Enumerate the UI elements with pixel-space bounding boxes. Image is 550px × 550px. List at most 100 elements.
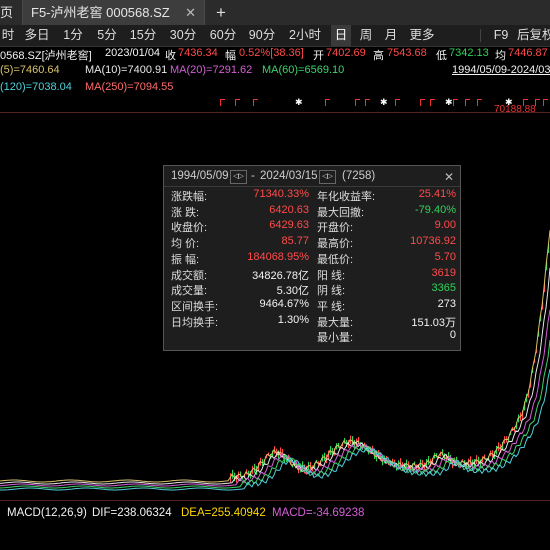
range-start-stepper[interactable]: ◁▷: [230, 170, 247, 184]
event-marker-icon[interactable]: [395, 99, 400, 106]
period-multi-day[interactable]: 多日: [20, 25, 54, 46]
stats-right-value: 25.41%: [418, 188, 456, 200]
interval-stats-panel: 1994/05/09 ◁▷ - 2024/03/15 ◁▷ (7258) ✕ 涨…: [163, 165, 461, 351]
stats-right-value: -79.40%: [415, 203, 456, 216]
toolbar-divider: [480, 29, 481, 42]
stats-right-row: 最高价: 10736.92: [164, 235, 462, 250]
stats-range-end: 2024/03/15: [260, 170, 318, 182]
stats-right-label: 最小量:: [317, 332, 354, 345]
stock-code: 0568.SZ[泸州老窖]: [0, 50, 92, 62]
stats-right-label: 阴 线:: [317, 285, 346, 298]
tab-previous[interactable]: 页: [0, 0, 20, 25]
ma-row-1: (5)=7460.64 MA(10)=7400.91 MA(20)=7291.6…: [0, 64, 550, 80]
event-marker-icon[interactable]: [465, 99, 470, 106]
stats-right-row: 阴 线: 3365: [164, 282, 462, 297]
macd-value: MACD=-34.69238: [272, 507, 365, 519]
tab-stock-chart-label: F5-泸州老窖 000568.SZ: [31, 5, 170, 20]
period-toolbar: 时 多日 1分 5分 15分 30分 60分 90分 2小时 日 周 月 更多 …: [0, 25, 550, 47]
macd-dif: DIF=238.06324: [92, 507, 172, 519]
stats-right-value: 5.70: [434, 250, 456, 263]
stats-right-label: 年化收益率:: [317, 191, 376, 203]
quote-info-row: 0568.SZ[泸州老窖] 2023/01/04 收 7436.34 幅 0.5…: [0, 46, 550, 62]
event-marker-icon[interactable]: [253, 99, 258, 106]
stats-right-label: 最高价:: [317, 238, 354, 251]
f9-button[interactable]: F9: [491, 25, 511, 46]
stats-right-value: 151.03万: [411, 316, 456, 329]
stats-header: 1994/05/09 ◁▷ - 2024/03/15 ◁▷ (7258) ✕: [164, 166, 460, 187]
low-value: 7342.13: [449, 47, 489, 59]
macd-name[interactable]: MACD(12,26,9): [7, 507, 87, 519]
close-icon[interactable]: ✕: [444, 170, 454, 184]
period-5min[interactable]: 5分: [92, 25, 122, 46]
stats-right-row: 阳 线: 3619: [164, 267, 462, 282]
event-marker-icon[interactable]: ✱: [445, 97, 453, 108]
quote-date: 2023/01/04: [105, 47, 161, 59]
ma-row-2: (120)=7038.04 MA(250)=7094.55: [0, 81, 550, 97]
close-label: 收: [165, 50, 176, 62]
stats-right-value: 3619: [431, 266, 456, 279]
range-end-stepper[interactable]: ◁▷: [319, 170, 336, 184]
stats-right-value: 0: [449, 329, 456, 342]
stats-right-value: 273: [437, 297, 456, 310]
period-intraday[interactable]: 时: [0, 25, 16, 46]
period-30min[interactable]: 30分: [165, 25, 201, 46]
stats-range-sep: -: [251, 170, 255, 182]
high-label: 高: [373, 50, 384, 62]
stats-right-label: 最大回撤:: [317, 206, 365, 219]
date-range-link[interactable]: 1994/05/09-2024/03: [452, 64, 550, 76]
event-marker-icon[interactable]: [477, 99, 482, 106]
adjust-after-button[interactable]: 后复权: [517, 25, 550, 46]
close-icon[interactable]: ✕: [185, 0, 196, 25]
event-marker-icon[interactable]: [420, 99, 425, 106]
event-marker-icon[interactable]: [235, 99, 240, 106]
open-value: 7402.69: [326, 47, 366, 59]
event-marker-icon[interactable]: [430, 99, 435, 106]
macd-indicator-bar: MACD(12,26,9) DIF=238.06324 DEA=255.4094…: [0, 500, 550, 523]
event-marker-icon[interactable]: [220, 99, 225, 106]
change-value: 0.52%[38.36]: [239, 47, 304, 59]
event-marker-icon[interactable]: [325, 99, 330, 106]
ma250-value: MA(250)=7094.55: [85, 81, 174, 93]
avg-value: 7446.87: [508, 47, 548, 59]
stats-right-row: 年化收益率: 25.41%: [164, 188, 462, 203]
event-marker-icon[interactable]: [453, 99, 458, 106]
ma120-value: (120)=7038.04: [0, 81, 72, 93]
event-marker-icon[interactable]: [365, 99, 370, 106]
period-month[interactable]: 月: [380, 25, 402, 46]
avg-label: 均: [495, 50, 506, 62]
period-15min[interactable]: 15分: [125, 25, 161, 46]
tab-bar: 页 F5-泸州老窖 000568.SZ ✕ +: [0, 0, 550, 26]
tab-stock-chart[interactable]: F5-泸州老窖 000568.SZ ✕: [22, 0, 205, 25]
stats-right-value: 3365: [431, 282, 456, 295]
stats-right-row: 平 线: 273: [164, 298, 462, 313]
ma5-value: (5)=7460.64: [0, 64, 60, 76]
stats-right-value: 9.00: [434, 219, 456, 232]
add-tab-icon[interactable]: +: [216, 0, 226, 25]
event-marker-icon[interactable]: ✱: [295, 97, 303, 108]
event-marker-icon[interactable]: [355, 99, 360, 106]
period-1min[interactable]: 1分: [58, 25, 88, 46]
period-90min[interactable]: 90分: [244, 25, 280, 46]
low-label: 低: [436, 50, 447, 62]
high-value: 7543.68: [387, 47, 427, 59]
period-more[interactable]: 更多: [406, 25, 438, 46]
period-2hour[interactable]: 2小时: [284, 25, 326, 46]
stats-right-label: 平 线:: [317, 300, 346, 313]
stats-right-row: 最大量: 151.03万: [164, 314, 462, 329]
stats-right-label: 最低价:: [317, 253, 354, 266]
ma10-value: MA(10)=7400.91: [85, 64, 168, 76]
event-marker-icon[interactable]: [543, 99, 548, 106]
period-week[interactable]: 周: [356, 25, 376, 46]
period-day[interactable]: 日: [331, 25, 351, 46]
change-label: 幅: [225, 50, 236, 62]
ma20-value: MA(20)=7291.62: [170, 64, 253, 76]
moving-average-line: [0, 339, 550, 489]
open-label: 开: [313, 50, 324, 62]
stats-right-label: 最大量:: [317, 316, 354, 329]
macd-dea: DEA=255.40942: [181, 507, 266, 519]
event-marker-icon[interactable]: ✱: [380, 97, 388, 108]
period-60min[interactable]: 60分: [205, 25, 241, 46]
stats-right-row: 开盘价: 9.00: [164, 219, 462, 234]
moving-average-line: [0, 369, 550, 491]
ma60-value: MA(60)=6569.10: [262, 64, 345, 76]
